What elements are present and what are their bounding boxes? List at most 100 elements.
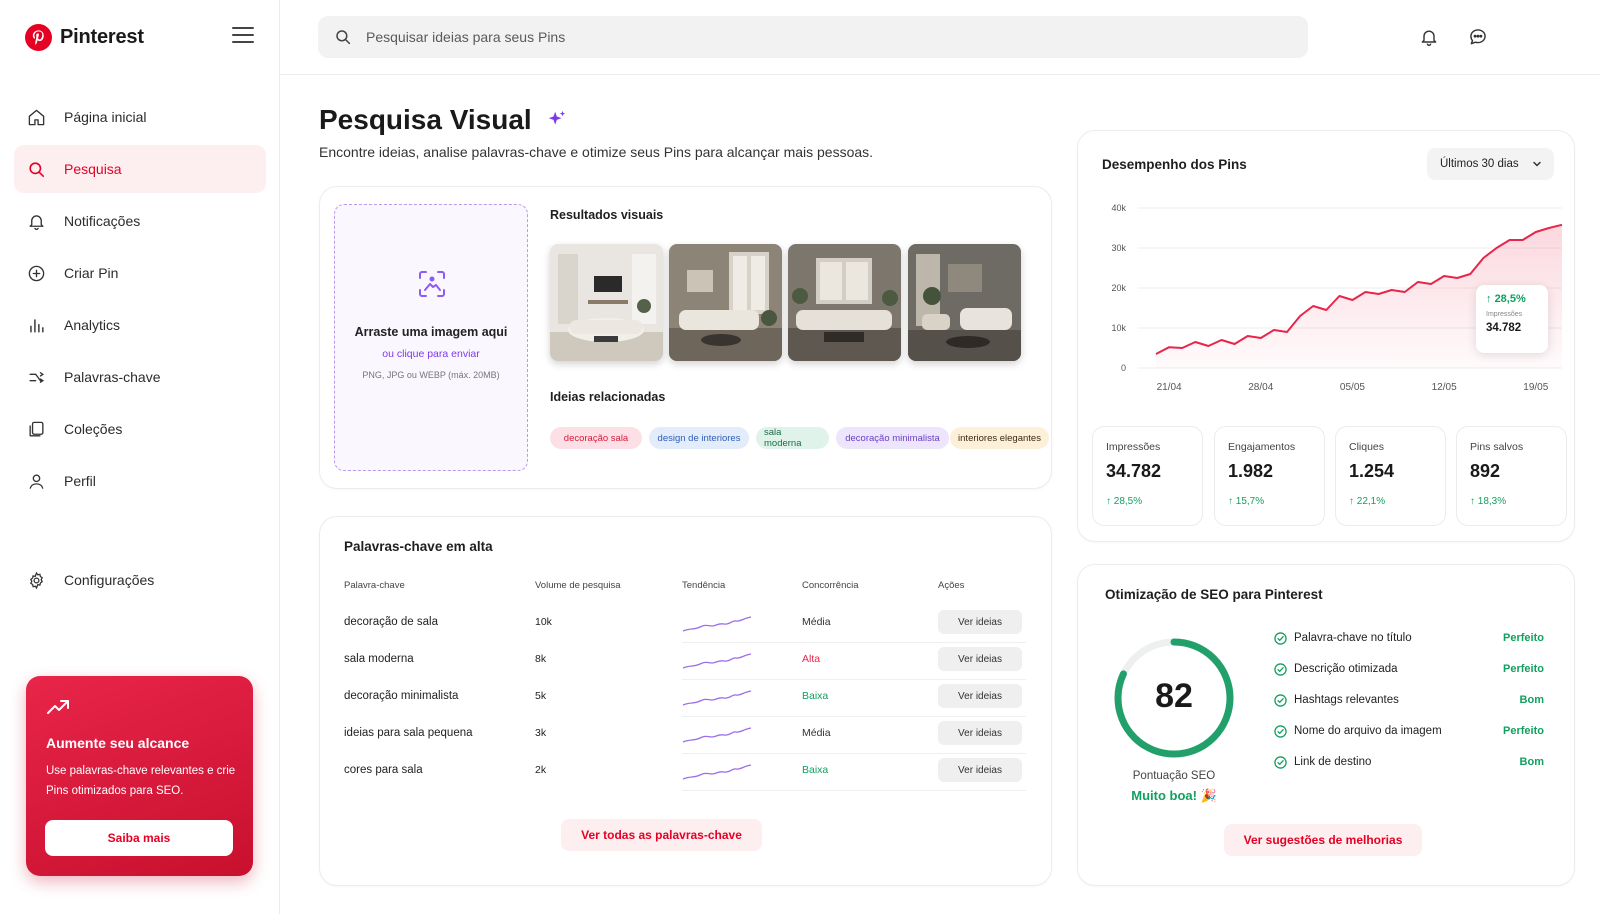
sidebar-item-keywords[interactable]: Palavras-chave — [14, 353, 266, 401]
result-thumbnail[interactable] — [669, 244, 782, 361]
search-bar[interactable] — [318, 16, 1308, 58]
table-row: sala moderna 8k Alta Ver ideias — [344, 643, 1026, 680]
menu-toggle-button[interactable] — [232, 27, 254, 45]
sidebar-item-settings[interactable]: Configurações — [14, 556, 266, 604]
user-icon — [26, 471, 46, 491]
view-ideas-button[interactable]: Ver ideias — [938, 721, 1022, 745]
y-tick-label: 0 — [1121, 363, 1126, 373]
y-tick-label: 30k — [1111, 243, 1126, 253]
result-thumbnail[interactable] — [550, 244, 663, 361]
seo-check-status: Bom — [1519, 756, 1544, 768]
chart-tooltip: ↑ 28,5% Impressões 34.782 — [1476, 285, 1548, 353]
idea-tag[interactable]: decoração minimalista — [836, 427, 949, 449]
sidebar-item-label: Notificações — [64, 213, 141, 229]
date-range-select[interactable]: Últimos 30 dias — [1427, 148, 1554, 180]
seo-check-item: Nome do arquivo da imagem Perfeito — [1274, 721, 1544, 741]
column-header: Volume de pesquisa — [535, 580, 621, 591]
visual-results-label: Resultados visuais — [550, 208, 664, 222]
learn-more-button[interactable]: Saiba mais — [45, 820, 233, 856]
volume-cell: 5k — [535, 690, 547, 702]
view-ideas-button[interactable]: Ver ideias — [938, 610, 1022, 634]
search-input[interactable] — [366, 29, 1266, 45]
arrow-up-icon: ↑ — [1228, 496, 1236, 507]
seo-check-item: Descrição otimizada Perfeito — [1274, 659, 1544, 679]
sidebar-item-label: Configurações — [64, 572, 155, 588]
keyword-cell: cores para sala — [344, 764, 423, 776]
gear-icon — [26, 570, 46, 590]
sidebar-item-label: Criar Pin — [64, 265, 119, 281]
home-icon — [26, 107, 46, 127]
image-dropzone[interactable]: Arraste uma imagem aqui ou clique para e… — [334, 204, 528, 471]
result-thumbnail[interactable] — [908, 244, 1021, 361]
check-circle-icon — [1274, 724, 1287, 738]
keyword-cell: decoração minimalista — [344, 690, 459, 702]
stat-card: Impressões 34.782 ↑ 28,5% — [1092, 426, 1203, 526]
trend-sparkline — [682, 690, 752, 706]
related-ideas-label: Ideias relacionadas — [550, 390, 666, 404]
sidebar-item-create-pin[interactable]: Criar Pin — [14, 249, 266, 297]
seo-score-verdict: Muito boa! 🎉 — [1131, 788, 1217, 803]
living-room-photo — [550, 244, 663, 361]
idea-tag[interactable]: decoração sala — [550, 427, 642, 449]
dropzone-hint: PNG, JPG ou WEBP (máx. 20MB) — [362, 370, 500, 380]
volume-cell: 10k — [535, 616, 552, 628]
idea-tag[interactable]: design de interiores — [649, 427, 749, 449]
bell-icon — [1421, 30, 1437, 46]
sidebar-item-home[interactable]: Página inicial — [14, 93, 266, 141]
promo-card: Aumente seu alcance Use palavras-chave r… — [26, 676, 253, 876]
result-thumbnail[interactable] — [788, 244, 901, 361]
logo[interactable]: Pinterest — [25, 24, 144, 51]
seo-check-label: Hashtags relevantes — [1294, 694, 1399, 706]
messages-button[interactable] — [1463, 22, 1493, 52]
sidebar-item-label: Pesquisa — [64, 161, 122, 177]
arrow-up-icon: ↑ — [1486, 293, 1495, 305]
view-suggestions-button[interactable]: Ver sugestões de melhorias — [1224, 824, 1422, 856]
y-tick-label: 10k — [1111, 323, 1126, 333]
table-row: cores para sala 2k Baixa Ver ideias — [344, 754, 1026, 791]
seo-check-item: Palavra-chave no título Perfeito — [1274, 628, 1544, 648]
seo-score-label: Pontuação SEO — [1132, 770, 1216, 782]
seo-score-value: 82 — [1155, 677, 1193, 715]
sidebar-item-search[interactable]: Pesquisa — [14, 145, 266, 193]
x-tick-label: 19/05 — [1523, 382, 1548, 393]
y-tick-label: 40k — [1111, 203, 1126, 213]
bar-chart-icon — [26, 315, 46, 335]
sidebar-item-notifications[interactable]: Notificações — [14, 197, 266, 245]
search-icon — [26, 159, 46, 179]
living-room-photo — [669, 244, 782, 361]
view-all-keywords-button[interactable]: Ver todas as palavras-chave — [561, 819, 762, 851]
table-row: decoração de sala 10k Média Ver ideias — [344, 606, 1026, 643]
sidebar-item-label: Palavras-chave — [64, 369, 161, 385]
dropzone-upload-link[interactable]: ou clique para enviar — [335, 348, 527, 360]
column-header: Ações — [938, 580, 965, 591]
promo-title: Aumente seu alcance — [46, 735, 190, 751]
keywords-icon — [26, 367, 46, 387]
view-ideas-button[interactable]: Ver ideias — [938, 758, 1022, 782]
idea-tag[interactable]: sala moderna — [756, 427, 829, 449]
sidebar-item-analytics[interactable]: Analytics — [14, 301, 266, 349]
table-row: ideias para sala pequena 3k Média Ver id… — [344, 717, 1026, 754]
view-ideas-button[interactable]: Ver ideias — [938, 647, 1022, 671]
promo-text: Use palavras-chave relevantes e crie Pin… — [46, 765, 236, 797]
arrow-up-icon: ↑ — [1470, 496, 1478, 507]
check-circle-icon — [1274, 755, 1287, 769]
stat-card: Engajamentos 1.982 ↑ 15,7% — [1214, 426, 1325, 526]
sidebar-item-profile[interactable]: Perfil — [14, 457, 266, 505]
chat-bubble-icon — [1470, 29, 1486, 45]
sidebar: Pinterest Página inicial Pesquisa Notifi… — [0, 0, 280, 914]
notifications-button[interactable] — [1414, 22, 1444, 52]
idea-tag[interactable]: interiores elegantes — [950, 427, 1049, 449]
sidebar-item-label: Página inicial — [64, 109, 147, 125]
check-circle-icon — [1274, 693, 1287, 707]
sidebar-item-label: Coleções — [64, 421, 123, 437]
seo-check-status: Perfeito — [1503, 632, 1544, 644]
sidebar-item-collections[interactable]: Coleções — [14, 405, 266, 453]
view-ideas-button[interactable]: Ver ideias — [938, 684, 1022, 708]
competition-cell: Alta — [802, 653, 821, 665]
volume-cell: 2k — [535, 764, 547, 776]
column-header: Concorrência — [802, 580, 859, 591]
trend-sparkline — [682, 616, 752, 632]
seo-check-status: Perfeito — [1503, 663, 1544, 675]
competition-cell: Baixa — [802, 690, 829, 702]
hamburger-icon — [232, 27, 254, 29]
